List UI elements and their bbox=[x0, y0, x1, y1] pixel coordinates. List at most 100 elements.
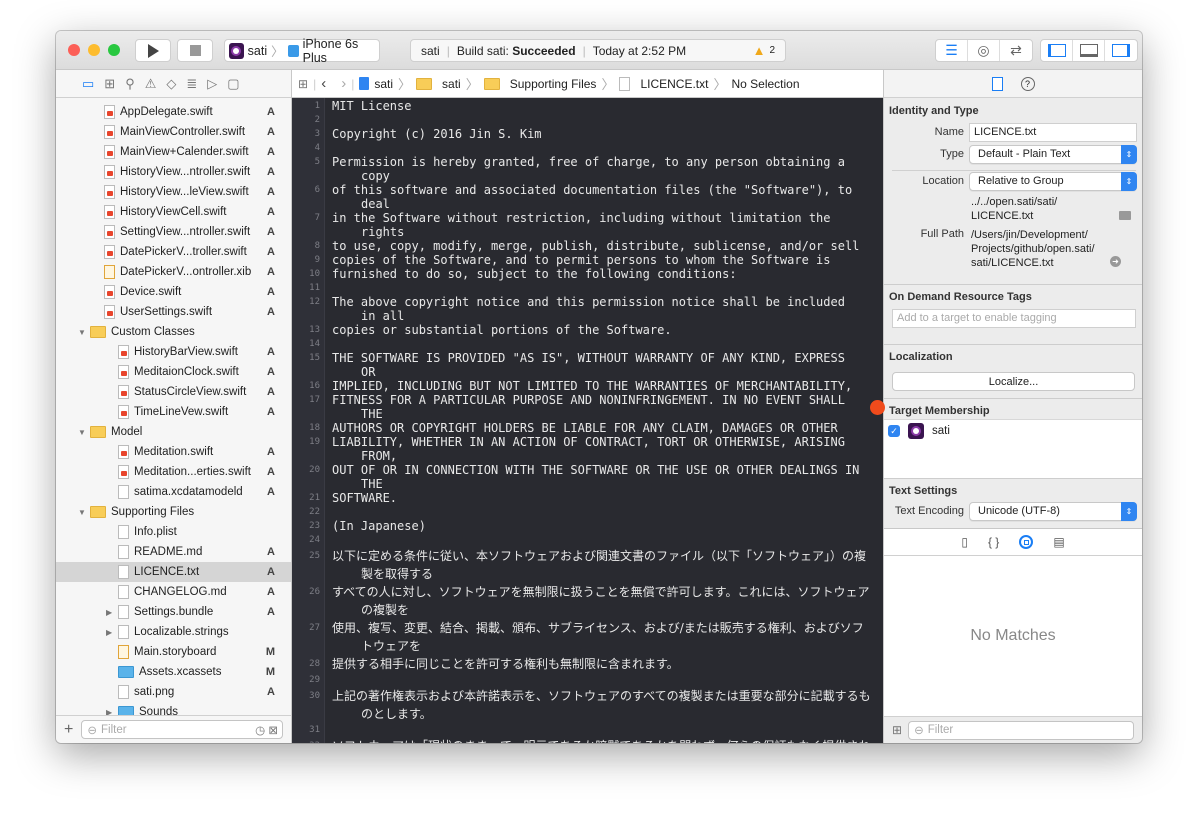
search-icon[interactable]: ⚲ bbox=[125, 76, 135, 92]
minimize-button[interactable] bbox=[88, 44, 100, 56]
library-list[interactable]: No Matches bbox=[884, 556, 1142, 716]
file-tree-item[interactable]: README.md A bbox=[56, 542, 291, 562]
file-tree-item[interactable]: UserSettings.swift A bbox=[56, 302, 291, 322]
file-tree-item[interactable]: ▶ Settings.bundle A bbox=[56, 602, 291, 622]
file-inspector-icon[interactable] bbox=[991, 76, 1003, 91]
crumb-project[interactable]: sati bbox=[374, 77, 393, 91]
file-tree-item[interactable]: Device.swift A bbox=[56, 282, 291, 302]
file-tree-item[interactable]: MainViewController.swift A bbox=[56, 122, 291, 142]
file-tree-item[interactable]: TimeLineVew.swift A bbox=[56, 402, 291, 422]
folder-icon[interactable]: ▭ bbox=[82, 76, 94, 92]
code-text: AUTHORS OR COPYRIGHT HOLDERS BE LIABLE F… bbox=[332, 421, 838, 435]
help-icon[interactable]: ? bbox=[1020, 76, 1035, 91]
close-button[interactable] bbox=[68, 44, 80, 56]
editor-mode-control[interactable]: ☰ ◎ ⇄ bbox=[935, 39, 1033, 62]
navigator-filter-input[interactable]: ⊖ Filter ◷ ⊠ bbox=[81, 720, 283, 739]
file-tree-item[interactable]: AppDelegate.swift A bbox=[56, 102, 291, 122]
forward-icon[interactable]: › bbox=[341, 75, 346, 92]
crumb-file[interactable]: LICENCE.txt bbox=[640, 77, 708, 91]
code-text: LIABILITY, WHETHER IN AN ACTION OF CONTR… bbox=[332, 435, 845, 449]
inspector-toggle-icon[interactable] bbox=[1105, 40, 1137, 61]
file-tree-item[interactable]: ▶ Sounds bbox=[56, 702, 291, 715]
file-tree-item[interactable]: HistoryView...ntroller.swift A bbox=[56, 162, 291, 182]
report-icon[interactable]: ▢ bbox=[227, 76, 239, 92]
grid-view-icon[interactable]: ⊞ bbox=[892, 723, 902, 737]
file-tree-item[interactable]: HistoryBarView.swift A bbox=[56, 342, 291, 362]
media-library-icon[interactable]: ▤ bbox=[1053, 535, 1064, 549]
zoom-button[interactable] bbox=[108, 44, 120, 56]
recent-icon[interactable]: ◷ ⊠ bbox=[255, 723, 278, 737]
disclosure-triangle-icon[interactable]: ▶ bbox=[106, 608, 116, 617]
line-number: 7 bbox=[314, 213, 320, 223]
file-tree-item[interactable]: Meditation...erties.swift A bbox=[56, 462, 291, 482]
warning-badge[interactable]: ▲ 2 bbox=[753, 43, 775, 58]
navigator-toggle-icon[interactable] bbox=[1041, 40, 1073, 61]
folder-reveal-icon[interactable] bbox=[1119, 211, 1131, 220]
breakpoint-icon[interactable]: ▷ bbox=[207, 76, 217, 92]
file-tree-item[interactable]: StatusCircleView.swift A bbox=[56, 382, 291, 402]
hierarchy-icon[interactable]: ⊞ bbox=[104, 76, 115, 92]
add-icon[interactable]: + bbox=[64, 721, 73, 739]
standard-editor-icon[interactable]: ☰ bbox=[936, 40, 968, 61]
version-editor-icon[interactable]: ⇄ bbox=[1000, 40, 1032, 61]
disclosure-triangle-icon[interactable]: ▼ bbox=[78, 328, 88, 337]
assistant-editor-icon[interactable]: ◎ bbox=[968, 40, 1000, 61]
encoding-popup[interactable]: Unicode (UTF-8) ⇕ bbox=[969, 502, 1137, 521]
scheme-target[interactable]: sati bbox=[248, 44, 267, 58]
crumb-selection[interactable]: No Selection bbox=[731, 77, 799, 91]
file-tree-item[interactable]: SettingView...ntroller.swift A bbox=[56, 222, 291, 242]
run-button[interactable] bbox=[135, 39, 171, 62]
file-name: MainViewController.swift bbox=[120, 126, 246, 138]
file-tree-item[interactable]: MainView+Calender.swift A bbox=[56, 142, 291, 162]
file-tree-item[interactable]: DatePickerV...ontroller.xib A bbox=[56, 262, 291, 282]
file-tree-item[interactable]: Assets.xcassets M bbox=[56, 662, 291, 682]
scheme-selector[interactable]: sati 〉 iPhone 6s Plus bbox=[224, 37, 380, 65]
file-template-icon[interactable]: ▯ bbox=[961, 535, 968, 549]
file-tree-item[interactable]: ▼ Supporting Files bbox=[56, 502, 291, 522]
file-tree-item[interactable]: Meditation.swift A bbox=[56, 442, 291, 462]
localize-button[interactable]: Localize... bbox=[892, 372, 1135, 391]
file-tree[interactable]: AppDelegate.swift A MainViewController.swi… bbox=[56, 99, 291, 715]
checkbox-checked[interactable]: ✓ bbox=[888, 425, 900, 437]
file-tree-item[interactable]: satima.xcdatamodeld A bbox=[56, 482, 291, 502]
type-popup[interactable]: Default - Plain Text ⇕ bbox=[969, 145, 1137, 164]
file-tree-item[interactable]: ▶ Localizable.strings bbox=[56, 622, 291, 642]
breakpoint-marker[interactable] bbox=[870, 400, 885, 415]
disclosure-triangle-icon[interactable]: ▶ bbox=[106, 628, 116, 637]
test-icon[interactable]: ◇ bbox=[166, 76, 176, 92]
code-snippet-icon[interactable]: { } bbox=[988, 535, 999, 549]
file-tree-item[interactable]: ▼ Model bbox=[56, 422, 291, 442]
panel-toggle-control[interactable] bbox=[1040, 39, 1138, 62]
stop-button[interactable] bbox=[177, 39, 213, 62]
scheme-device[interactable]: iPhone 6s Plus bbox=[303, 37, 379, 65]
location-popup[interactable]: Relative to Group ⇕ bbox=[969, 172, 1137, 191]
file-tree-item[interactable]: DatePickerV...troller.swift A bbox=[56, 242, 291, 262]
warning-icon[interactable]: ⚠ bbox=[145, 76, 157, 92]
file-name: Custom Classes bbox=[111, 326, 195, 338]
file-tree-item[interactable]: sati.png A bbox=[56, 682, 291, 702]
file-tree-item[interactable]: HistoryViewCell.swift A bbox=[56, 202, 291, 222]
library-filter-input[interactable]: ⊖ Filter bbox=[908, 720, 1134, 740]
disclosure-triangle-icon[interactable]: ▼ bbox=[78, 508, 88, 517]
reveal-arrow-icon[interactable]: ➜ bbox=[1110, 256, 1121, 267]
debug-toggle-icon[interactable] bbox=[1073, 40, 1105, 61]
related-items-icon[interactable]: ⊞ bbox=[298, 77, 308, 91]
file-tree-item[interactable]: MeditaionClock.swift A bbox=[56, 362, 291, 382]
crumb-group[interactable]: sati bbox=[442, 77, 461, 91]
disclosure-triangle-icon[interactable]: ▼ bbox=[78, 428, 88, 437]
tags-input[interactable]: Add to a target to enable tagging bbox=[892, 309, 1136, 328]
file-tree-item[interactable]: CHANGELOG.md A bbox=[56, 582, 291, 602]
file-tree-item[interactable]: Main.storyboard M bbox=[56, 642, 291, 662]
file-tree-item[interactable]: ▼ Custom Classes bbox=[56, 322, 291, 342]
file-tree-item[interactable]: LICENCE.txt A bbox=[56, 562, 291, 582]
object-library-icon[interactable] bbox=[1019, 535, 1034, 549]
source-editor[interactable]: 1 MIT License 2 3 Copyright (c) 2016 Jin S. … bbox=[292, 98, 883, 743]
debug-icon[interactable]: ≣ bbox=[186, 76, 197, 92]
name-field[interactable]: LICENCE.txt bbox=[969, 123, 1137, 142]
file-tree-item[interactable]: HistoryView...leView.swift A bbox=[56, 182, 291, 202]
file-tree-item[interactable]: Info.plist bbox=[56, 522, 291, 542]
disclosure-triangle-icon[interactable]: ▶ bbox=[106, 708, 116, 716]
target-row[interactable]: ✓ sati bbox=[888, 423, 950, 439]
back-icon[interactable]: ‹ bbox=[321, 75, 326, 92]
crumb-supporting-files[interactable]: Supporting Files bbox=[510, 77, 597, 91]
